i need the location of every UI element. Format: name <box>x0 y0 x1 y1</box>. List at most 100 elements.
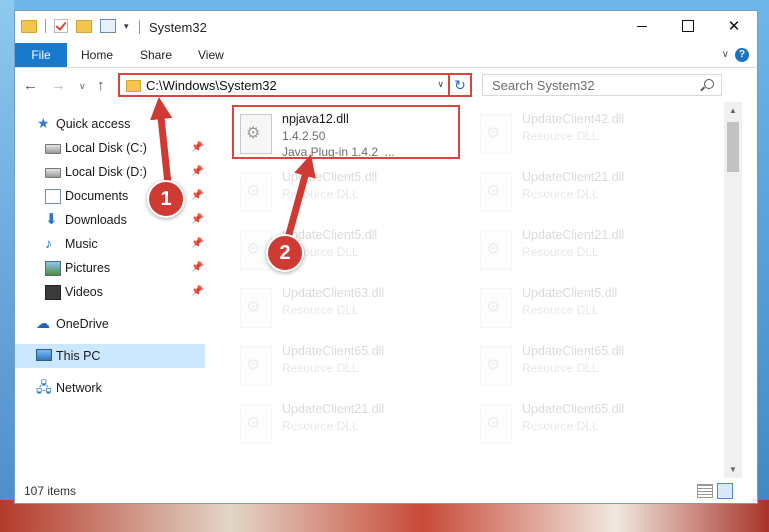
help-icon[interactable]: ? <box>735 48 749 62</box>
nav-quick-access[interactable]: ★ Quick access <box>15 112 205 136</box>
nav-local-disk-c[interactable]: Local Disk (C:) 📌 <box>15 136 205 160</box>
dll-file-icon <box>480 404 512 444</box>
pin-icon[interactable]: 📌 <box>191 190 203 201</box>
search-input[interactable]: Search System32 <box>492 78 595 93</box>
pin-icon[interactable]: 📌 <box>191 262 203 273</box>
file-name: UpdateClient63.dll <box>282 286 385 300</box>
file-name: UpdateClient21.dll <box>522 170 625 184</box>
back-button[interactable]: ← <box>23 77 38 94</box>
title-bar: ▾ System32 ✕ <box>15 11 757 43</box>
file-tile[interactable]: UpdateClient65.dll Resource DLL <box>472 340 700 398</box>
nav-item-label: Network <box>56 381 102 395</box>
file-tile[interactable]: UpdateClient21.dll Resource DLL <box>472 166 700 224</box>
new-folder-icon[interactable] <box>76 19 92 33</box>
navigation-pane: ★ Quick access Local Disk (C:) 📌 Local D… <box>15 102 207 478</box>
address-dropdown-button[interactable]: ∨ <box>437 79 444 90</box>
nav-onedrive[interactable]: ☁ OneDrive <box>15 312 205 336</box>
step-badge-2: 2 <box>266 234 304 272</box>
file-name: UpdateClient65.dll <box>282 344 385 358</box>
quick-access-toolbar: ▾ <box>21 19 129 33</box>
nav-item-label: Quick access <box>56 117 131 131</box>
divider <box>139 20 140 34</box>
maximize-button[interactable] <box>665 11 711 41</box>
tiles-view-icon[interactable] <box>717 483 733 499</box>
file-description: Resource DLL <box>522 129 599 143</box>
file-tile[interactable]: UpdateClient65.dll Resource DLL <box>232 340 460 398</box>
file-description: Resource DLL <box>522 245 599 259</box>
file-tile[interactable]: UpdateClient63.dll Resource DLL <box>232 282 460 340</box>
file-name: UpdateClient5.dll <box>282 170 378 184</box>
file-description: Resource DLL <box>282 361 359 375</box>
nav-item-label: OneDrive <box>56 317 109 331</box>
file-name: UpdateClient21.dll <box>282 402 385 416</box>
scroll-down-icon[interactable]: ▼ <box>729 465 737 474</box>
network-icon: 🖧 <box>36 379 52 395</box>
file-name: UpdateClient65.dll <box>522 402 625 416</box>
pin-icon[interactable]: 📌 <box>191 238 203 249</box>
pin-icon[interactable]: 📌 <box>191 142 203 153</box>
drive-icon <box>45 168 61 178</box>
address-bar[interactable]: C:\Windows\System32 ∨ ↻ <box>118 73 472 97</box>
scroll-up-icon[interactable]: ▲ <box>729 106 737 115</box>
expand-ribbon-icon[interactable]: ∨ <box>722 49 729 60</box>
up-button[interactable]: ↑ <box>97 77 105 94</box>
file-description: Resource DLL <box>522 303 599 317</box>
dll-file-icon <box>240 346 272 386</box>
file-tile[interactable]: UpdateClient65.dll Resource DLL <box>472 398 700 456</box>
pin-icon[interactable]: 📌 <box>191 214 203 225</box>
details-view-icon[interactable] <box>697 484 713 498</box>
file-tile[interactable]: UpdateClient21.dll Resource DLL <box>232 398 460 456</box>
scrollbar-thumb[interactable] <box>727 122 739 172</box>
file-list: npjava12.dll 1.4.2.50 Java Plug-in 1.4.2… <box>222 102 722 478</box>
videos-icon <box>45 285 61 300</box>
step-badge-1: 1 <box>147 180 185 218</box>
close-icon: ✕ <box>727 18 741 35</box>
file-tile[interactable]: UpdateClient5.dll Resource DLL <box>232 166 460 224</box>
pin-icon[interactable]: 📌 <box>191 286 203 297</box>
nav-item-label: Music <box>65 237 98 251</box>
nav-item-label: This PC <box>56 349 101 363</box>
pin-icon[interactable]: 📌 <box>191 166 203 177</box>
tab-file[interactable]: File <box>15 43 67 67</box>
nav-videos[interactable]: Videos 📌 <box>15 280 205 304</box>
properties-icon[interactable] <box>100 19 116 33</box>
window-title: System32 <box>149 20 207 35</box>
refresh-button[interactable]: ↻ <box>448 73 470 97</box>
file-description: Resource DLL <box>282 419 359 433</box>
dll-file-icon <box>480 114 512 154</box>
nav-network[interactable]: 🖧 Network <box>15 376 205 400</box>
dll-file-icon <box>240 288 272 328</box>
minimize-button[interactable] <box>619 11 665 41</box>
checkmark-icon[interactable] <box>54 19 68 33</box>
download-icon: ⬇ <box>45 211 58 228</box>
nav-pictures[interactable]: Pictures 📌 <box>15 256 205 280</box>
forward-button[interactable]: → <box>51 77 66 94</box>
nav-music[interactable]: ♪ Music 📌 <box>15 232 205 256</box>
close-button[interactable]: ✕ <box>711 11 757 41</box>
address-path[interactable]: C:\Windows\System32 <box>146 78 277 93</box>
nav-this-pc[interactable]: This PC <box>15 344 205 368</box>
folder-icon[interactable] <box>21 19 37 33</box>
vertical-scrollbar[interactable]: ▲ ▼ <box>724 102 742 478</box>
file-description: Resource DLL <box>522 187 599 201</box>
file-tile[interactable]: UpdateClient5.dll Resource DLL <box>472 282 700 340</box>
star-icon: ★ <box>37 115 50 131</box>
dll-file-icon <box>240 172 272 212</box>
dll-file-icon <box>480 346 512 386</box>
search-box[interactable]: Search System32 <box>482 74 722 96</box>
tab-home[interactable]: Home <box>81 43 113 67</box>
nav-local-disk-d[interactable]: Local Disk (D:) 📌 <box>15 160 205 184</box>
refresh-icon: ↻ <box>454 77 466 93</box>
cloud-icon: ☁ <box>36 315 50 331</box>
folder-icon <box>126 80 141 92</box>
recent-locations-button[interactable]: ∨ <box>79 81 86 92</box>
file-tile[interactable]: UpdateClient42.dll Resource DLL <box>472 108 700 166</box>
file-tile[interactable]: UpdateClient21.dll Resource DLL <box>472 224 700 282</box>
dll-file-icon <box>480 172 512 212</box>
drive-icon <box>45 144 61 154</box>
chevron-down-icon[interactable]: ▾ <box>124 21 129 32</box>
tab-share[interactable]: Share <box>140 43 172 67</box>
dll-file-icon <box>240 404 272 444</box>
pictures-icon <box>45 261 61 276</box>
tab-view[interactable]: View <box>198 43 224 67</box>
